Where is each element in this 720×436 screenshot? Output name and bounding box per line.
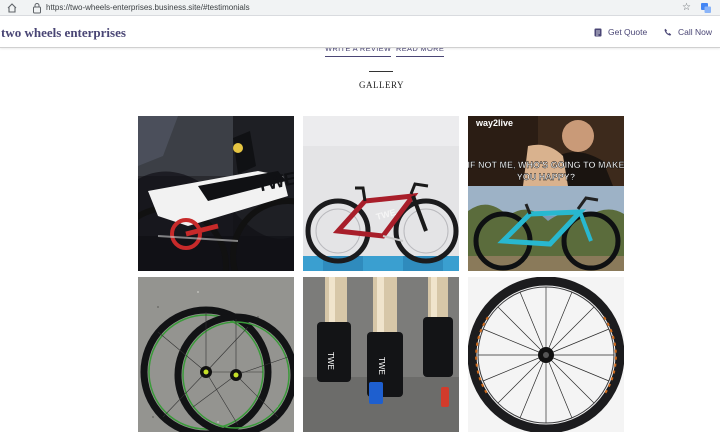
gallery-image-3[interactable]: way2live IF NOT ME, WHO'S GOING TO MAKE … (468, 116, 624, 271)
translate-extension-icon[interactable] (700, 2, 712, 14)
call-now-label: Call Now (678, 27, 713, 37)
meme-caption-line2: YOU HAPPY? (517, 172, 576, 182)
get-quote-button[interactable]: Get Quote (594, 25, 647, 39)
gallery-image-1[interactable]: TWE (138, 116, 294, 271)
get-quote-label: Get Quote (608, 27, 648, 37)
gallery-image-4[interactable] (138, 277, 294, 432)
gallery-divider (369, 71, 393, 72)
quote-icon (594, 28, 602, 36)
gallery-image-5[interactable]: TWE TWE (303, 277, 459, 432)
gallery-image-6[interactable] (468, 277, 624, 432)
brand-name[interactable]: two wheels enterprises (1, 25, 126, 41)
phone-icon (664, 28, 672, 36)
svg-text:TWE: TWE (377, 357, 386, 375)
star-icon[interactable]: ☆ (682, 1, 691, 15)
gallery-title: GALLERY (359, 80, 404, 90)
call-now-button[interactable]: Call Now (664, 25, 712, 39)
site-header: two wheels enterprises Get Quote Call No… (0, 16, 720, 48)
meme-caption-line1: IF NOT ME, WHO'S GOING TO MAKE (468, 160, 624, 170)
url-field[interactable]: https://two-wheels-enterprises.business.… (46, 1, 250, 15)
gallery-image-2[interactable]: TWE (303, 116, 459, 271)
svg-text:TWE: TWE (326, 352, 335, 370)
meme-logo: way2live (475, 118, 513, 128)
browser-address-bar: https://two-wheels-enterprises.business.… (0, 0, 720, 16)
home-icon[interactable] (6, 2, 18, 14)
lock-icon[interactable] (32, 2, 42, 14)
